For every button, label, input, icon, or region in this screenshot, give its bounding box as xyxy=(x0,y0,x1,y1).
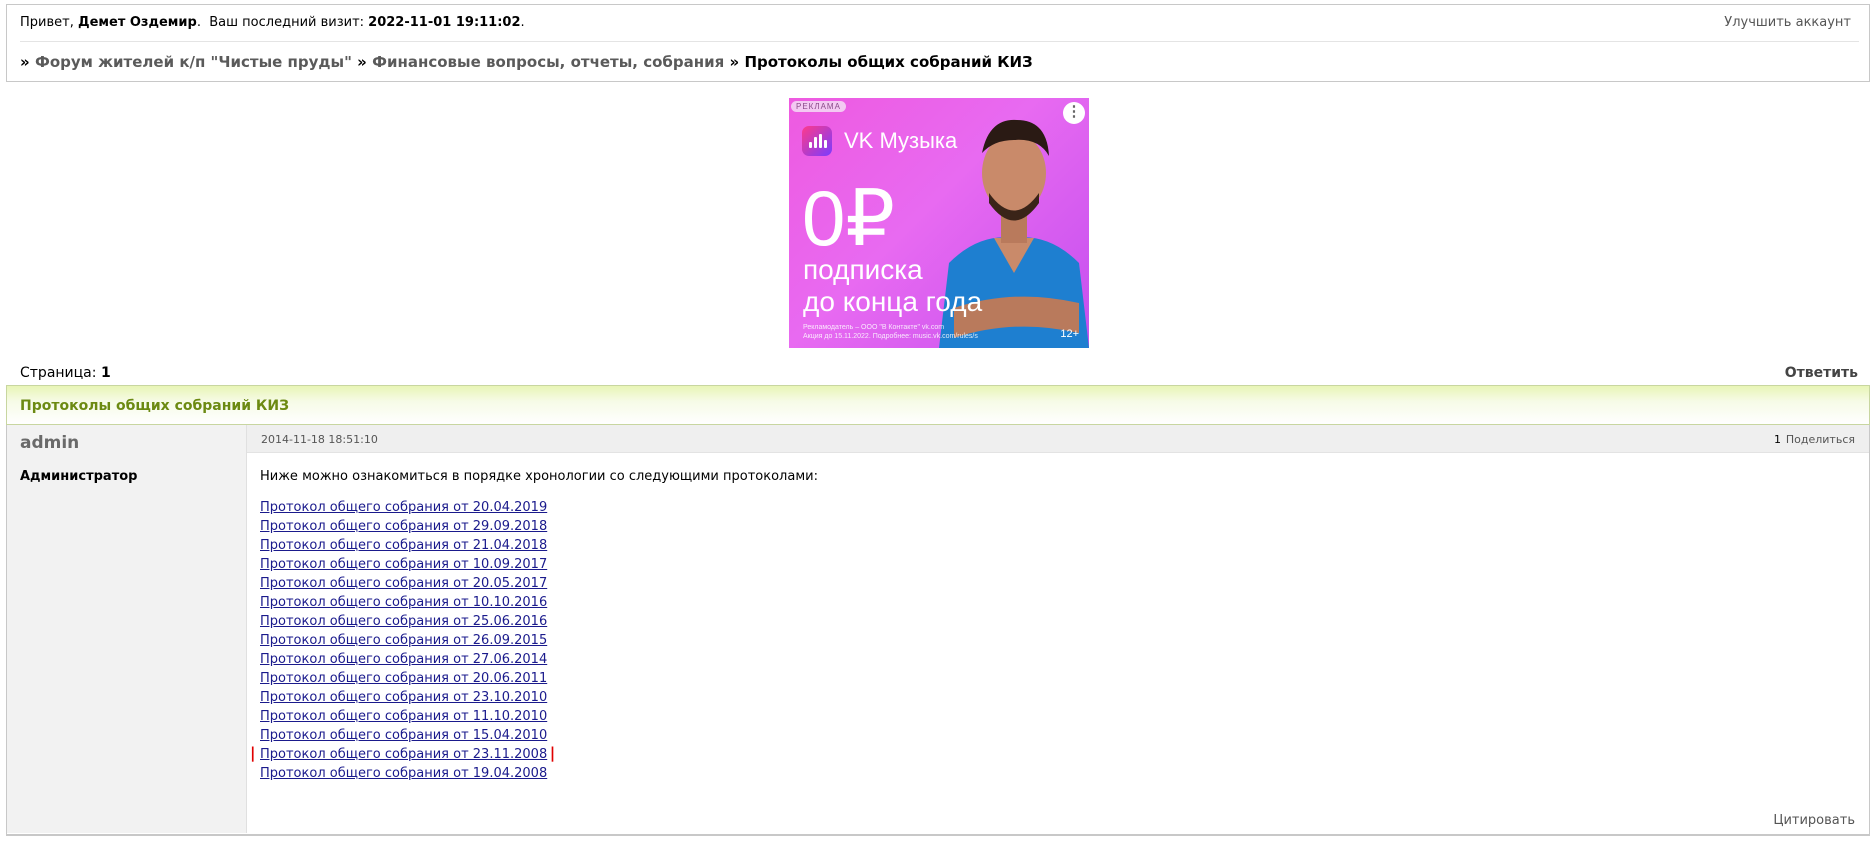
list-item: Протокол общего собрания от 11.10.2010 xyxy=(260,707,547,726)
list-item: Протокол общего собрания от 15.04.2010 xyxy=(260,726,547,745)
highlight-mark-icon: | xyxy=(549,744,556,762)
vk-music-logo-icon xyxy=(802,126,832,156)
ad-headline-1: подписка xyxy=(803,254,923,285)
ad-fineprint-1: Рекламодатель – ООО "В Контакте" vk.com xyxy=(803,324,945,331)
breadcrumb-separator: » xyxy=(357,53,367,71)
protocol-link[interactable]: Протокол общего собрания от 27.06.2014 xyxy=(260,652,547,667)
ad-price: 0₽ xyxy=(802,174,896,262)
list-item: Протокол общего собрания от 10.09.2017 xyxy=(260,555,547,574)
protocol-link[interactable]: Протокол общего собрания от 15.04.2010 xyxy=(260,728,547,743)
topic-header: Протоколы общих собраний КИЗ xyxy=(6,385,1870,425)
post: admin Администратор 2014-11-18 18:51:10 … xyxy=(6,425,1870,835)
protocol-link[interactable]: Протокол общего собрания от 20.06.2011 xyxy=(260,671,547,686)
post-author-panel: admin Администратор xyxy=(7,425,247,833)
upgrade-account-link[interactable]: Улучшить аккаунт xyxy=(1724,15,1851,30)
post-date[interactable]: 2014-11-18 18:51:10 xyxy=(261,433,378,446)
protocol-link[interactable]: Протокол общего собрания от 20.04.2019 xyxy=(260,500,547,515)
breadcrumb-section-link[interactable]: Финансовые вопросы, отчеты, собрания xyxy=(372,53,724,71)
list-item: Протокол общего собрания от 26.09.2015 xyxy=(260,631,547,650)
list-item: Протокол общего собрания от 27.06.2014 xyxy=(260,650,547,669)
pagination: Страница: 1 xyxy=(20,365,111,381)
ad-age-rating: 12+ xyxy=(1060,328,1079,340)
list-item: Протокол общего собрания от 10.10.2016 xyxy=(260,593,547,612)
ad-headline-2: до конца года xyxy=(803,286,983,317)
protocol-link[interactable]: Протокол общего собрания от 21.04.2018 xyxy=(260,538,547,553)
list-item: Протокол общего собрания от 25.06.2016 xyxy=(260,612,547,631)
list-item: Протокол общего собрания от 20.04.2019 xyxy=(260,498,547,517)
protocol-link[interactable]: Протокол общего собрания от 25.06.2016 xyxy=(260,614,547,629)
post-header: 2014-11-18 18:51:10 1 Поделиться xyxy=(247,425,1869,453)
list-item: Протокол общего собрания от 20.05.2017 xyxy=(260,574,547,593)
ad-menu-icon[interactable]: ⋮ xyxy=(1063,102,1085,124)
list-item: Протокол общего собрания от 19.04.2008 xyxy=(260,764,547,783)
protocol-link[interactable]: Протокол общего собрания от 20.05.2017 xyxy=(260,576,547,591)
protocol-link[interactable]: Протокол общего собрания от 23.10.2010 xyxy=(260,690,547,705)
reply-button[interactable]: Ответить xyxy=(1785,365,1858,381)
breadcrumb: » Форум жителей к/п "Чистые пруды" » Фин… xyxy=(20,53,1033,71)
ad-label: РЕКЛАМА xyxy=(791,101,846,112)
author-role: Администратор xyxy=(20,469,138,484)
post-number: 1 xyxy=(1774,433,1781,446)
list-item: | Протокол общего собрания от 23.11.2008 | xyxy=(250,744,555,764)
ad-fineprint-2: Акция до 15.11.2022. Подробнее: music.vk… xyxy=(803,333,978,340)
user-name[interactable]: Демет Оздемир xyxy=(78,15,197,30)
protocol-link[interactable]: Протокол общего собрания от 10.09.2017 xyxy=(260,557,547,572)
list-item: Протокол общего собрания от 29.09.2018 xyxy=(260,517,547,536)
vk-music-ad-banner[interactable]: РЕКЛАМА ⋮ VK Музыка 0₽ подписка до конца… xyxy=(789,98,1089,348)
current-page: 1 xyxy=(100,365,111,381)
topic-title: Протоколы общих собраний КИЗ xyxy=(20,398,290,414)
protocol-link[interactable]: Протокол общего собрания от 10.10.2016 xyxy=(260,595,547,610)
post-author[interactable]: admin xyxy=(20,433,79,453)
share-link[interactable]: Поделиться xyxy=(1786,433,1855,446)
protocol-link-list: Протокол общего собрания от 20.04.2019 Пр… xyxy=(250,498,555,783)
divider xyxy=(6,835,1870,836)
list-item: Протокол общего собрания от 21.04.2018 xyxy=(260,536,547,555)
breadcrumb-separator: » xyxy=(20,53,30,71)
welcome-text: Привет, Демет Оздемир. Ваш последний виз… xyxy=(20,15,525,30)
protocol-link[interactable]: Протокол общего собрания от 19.04.2008 xyxy=(260,766,547,781)
breadcrumb-current: Протоколы общих собраний КИЗ xyxy=(744,53,1033,71)
quote-button[interactable]: Цитировать xyxy=(1773,813,1855,828)
pagination-label: Страница: xyxy=(20,365,97,381)
last-visit-label: Ваш последний визит: xyxy=(209,15,365,30)
top-bar: Привет, Демет Оздемир. Ваш последний виз… xyxy=(6,4,1870,82)
greeting: Привет, xyxy=(20,15,74,30)
list-item: Протокол общего собрания от 23.10.2010 xyxy=(260,688,547,707)
protocol-link[interactable]: Протокол общего собрания от 29.09.2018 xyxy=(260,519,547,534)
breadcrumb-forum-link[interactable]: Форум жителей к/п "Чистые пруды" xyxy=(35,53,352,71)
list-item: Протокол общего собрания от 20.06.2011 xyxy=(260,669,547,688)
protocol-link[interactable]: Протокол общего собрания от 23.11.2008 xyxy=(260,747,547,762)
post-intro-text: Ниже можно ознакомиться в порядке хронол… xyxy=(260,469,818,484)
divider xyxy=(20,41,1859,42)
highlight-mark-icon: | xyxy=(250,744,256,762)
breadcrumb-separator: » xyxy=(729,53,740,71)
protocol-link[interactable]: Протокол общего собрания от 26.09.2015 xyxy=(260,633,547,648)
ad-brand: VK Музыка xyxy=(844,128,958,153)
last-visit-value: 2022-11-01 19:11:02 xyxy=(368,15,521,30)
protocol-link[interactable]: Протокол общего собрания от 11.10.2010 xyxy=(260,709,547,724)
